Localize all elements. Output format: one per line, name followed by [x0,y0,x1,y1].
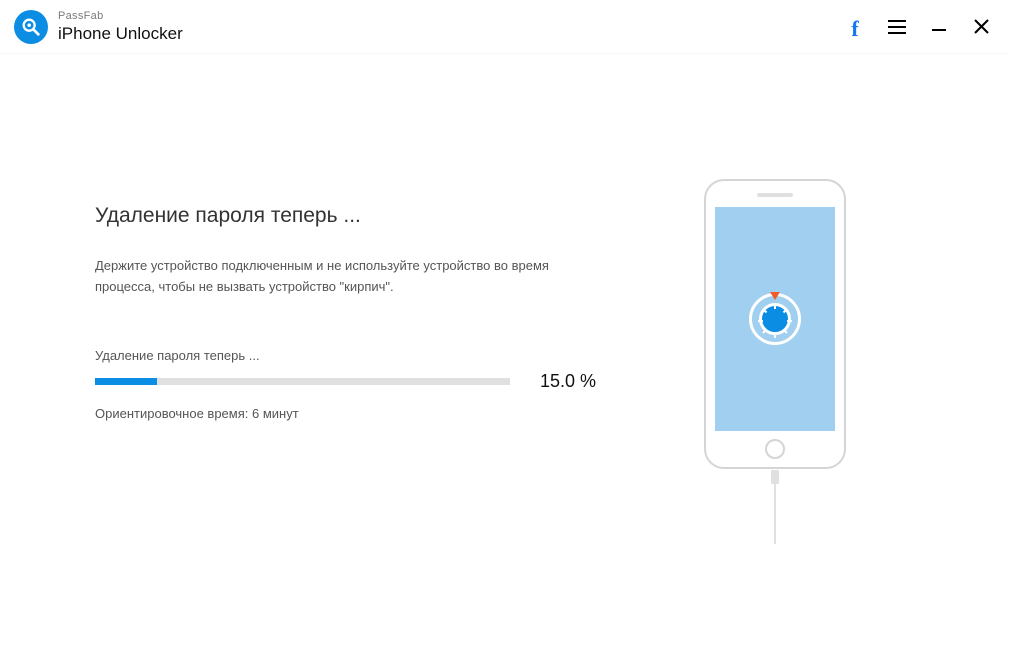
compass-icon [749,293,801,345]
app-logo: PassFab iPhone Unlocker [14,10,183,44]
main-content: Удаление пароля теперь ... Держите устро… [0,54,1009,544]
window-controls: f [845,17,991,37]
progress-bar [95,378,510,385]
progress-percent: 15.0 % [540,371,596,392]
phone-icon [704,179,846,469]
brand-name-big: iPhone Unlocker [58,25,183,42]
cable-connector-icon [771,470,779,484]
facebook-icon[interactable]: f [845,17,865,37]
device-illustration [635,179,915,544]
progress-fill [95,378,157,385]
progress-panel: Удаление пароля теперь ... Держите устро… [95,204,635,544]
title-bar: PassFab iPhone Unlocker f [0,0,1009,54]
minimize-button[interactable] [929,17,949,37]
instruction-text: Держите устройство подключенным и не исп… [95,256,595,298]
progress-label: Удаление пароля теперь ... [95,348,635,363]
close-button[interactable] [971,17,991,37]
logo-icon [14,10,48,44]
home-button-icon [765,439,785,459]
menu-icon[interactable] [887,17,907,37]
cable-wire-icon [774,484,776,544]
page-title: Удаление пароля теперь ... [95,204,635,228]
brand-name-small: PassFab [58,11,183,22]
eta-text: Ориентировочное время: 6 минут [95,406,635,421]
